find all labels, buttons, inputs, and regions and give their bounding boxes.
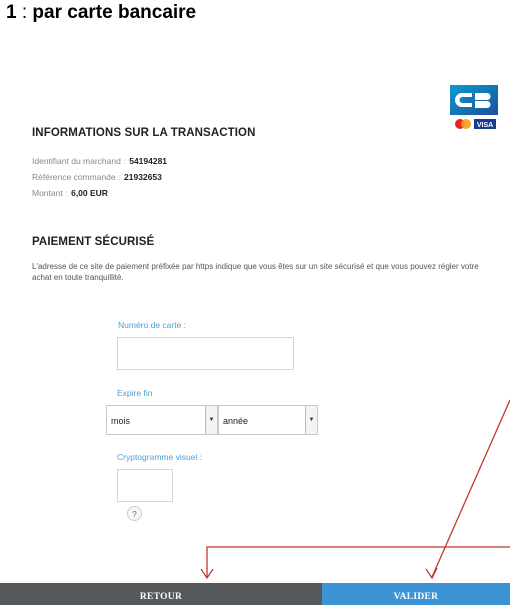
- arrow-head-retour: [200, 568, 214, 580]
- expiry-year-select[interactable]: année ▼: [218, 405, 318, 435]
- order-reference-label: Référence commande: [32, 172, 116, 182]
- expiry-year-value: année: [223, 416, 249, 426]
- expiry-label: Expire fin: [117, 388, 153, 398]
- merchant-id-line: Identifiant du marchand:54194281: [32, 156, 168, 166]
- page-heading: 1 : par carte bancaire: [6, 2, 196, 24]
- merchant-id-label: Identifiant du marchand: [32, 156, 121, 166]
- merchant-id-value: 54194281: [129, 156, 168, 166]
- help-icon[interactable]: ?: [127, 506, 142, 521]
- visa-icon: VISA: [474, 119, 496, 129]
- cvv-input[interactable]: [117, 469, 173, 502]
- cvv-label: Cryptogramme visuel :: [117, 452, 203, 462]
- chevron-down-icon[interactable]: ▼: [205, 406, 217, 434]
- back-button[interactable]: RETOUR: [0, 583, 322, 605]
- annotation-arrows: [200, 399, 510, 580]
- mastercard-icon: [455, 119, 471, 129]
- amount-value: 6,00 EUR: [71, 188, 108, 198]
- arrow-to-retour: [206, 546, 510, 577]
- amount-label: Montant: [32, 188, 63, 198]
- chevron-down-icon[interactable]: ▼: [305, 406, 317, 434]
- card-number-input[interactable]: [117, 337, 294, 370]
- payment-title: PAIEMENT SÉCURISÉ: [32, 236, 155, 248]
- secure-payment-description: L'adresse de ce site de paiement préfixé…: [32, 262, 479, 282]
- transaction-title: INFORMATIONS SUR LA TRANSACTION: [32, 127, 256, 139]
- order-reference-value: 21932653: [124, 172, 162, 182]
- svg-text:VISA: VISA: [477, 122, 493, 129]
- submit-button[interactable]: VALIDER: [322, 583, 510, 605]
- card-number-label: Numéro de carte :: [118, 320, 187, 330]
- cb-logo-icon: VISA: [450, 85, 498, 133]
- order-reference-line: Référence commande:21932653: [32, 172, 162, 182]
- arrow-head-valider: [425, 567, 438, 580]
- amount-line: Montant:6,00 EUR: [32, 188, 108, 198]
- heading-separator: :: [21, 2, 28, 23]
- heading-text: par carte bancaire: [32, 2, 197, 23]
- expiry-month-value: mois: [111, 416, 131, 426]
- arrow-to-valider: [431, 399, 510, 578]
- heading-number: 1: [6, 2, 17, 23]
- expiry-month-select[interactable]: mois ▼: [106, 405, 218, 435]
